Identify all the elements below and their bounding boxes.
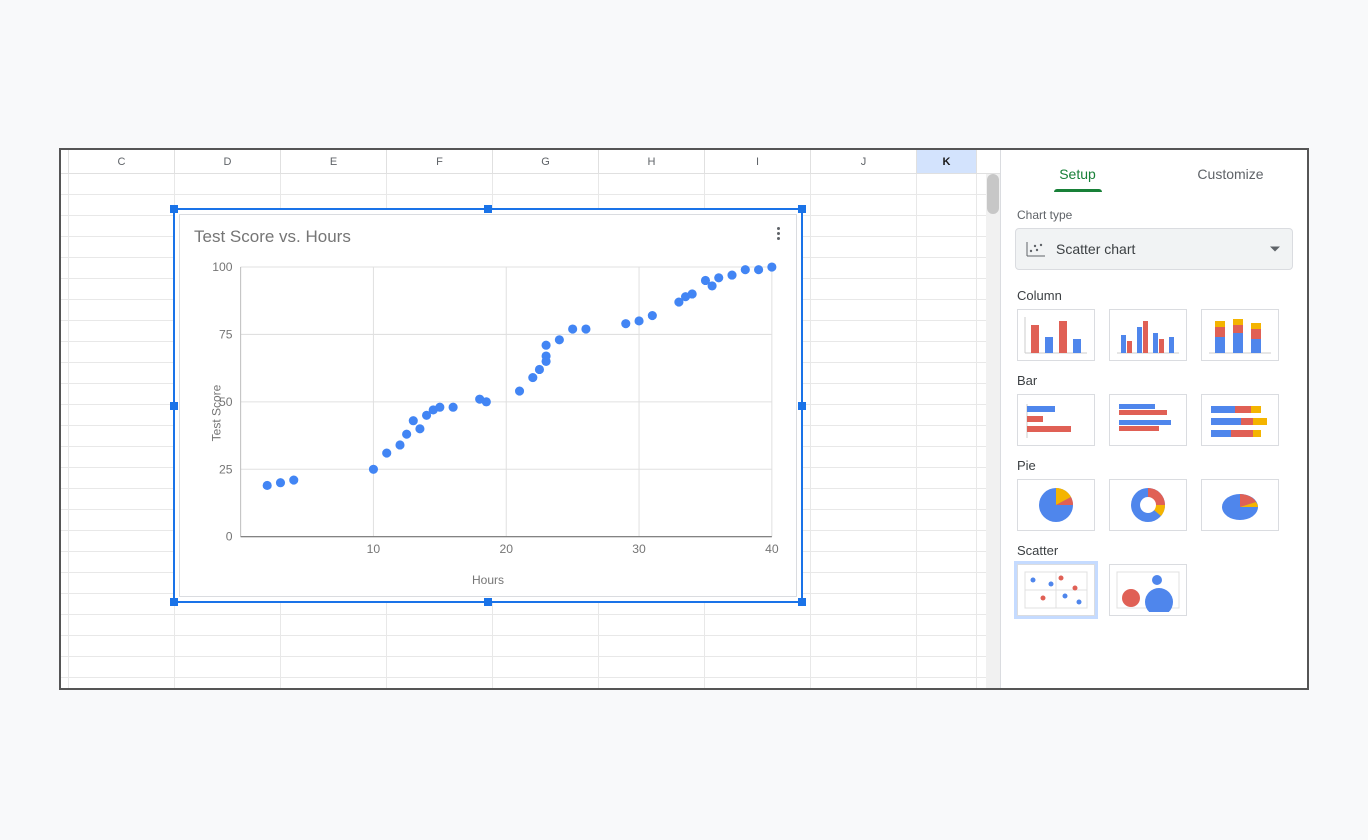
scroll-thumb[interactable] <box>987 174 999 214</box>
column-header-C[interactable]: C <box>69 150 175 173</box>
column-header-H[interactable]: H <box>599 150 705 173</box>
grid-row[interactable] <box>61 678 1000 688</box>
svg-text:30: 30 <box>632 542 646 556</box>
chart-thumb-column-basic[interactable] <box>1017 309 1095 361</box>
resize-handle-bl[interactable] <box>170 598 178 606</box>
column-header-K[interactable]: K <box>917 150 977 173</box>
chart-thumb-pie-basic[interactable] <box>1017 479 1095 531</box>
chart-xlabel: Hours <box>194 573 782 587</box>
svg-text:20: 20 <box>499 542 513 556</box>
column-header-I[interactable]: I <box>705 150 811 173</box>
scatter-icon <box>1026 241 1046 257</box>
chart-type-select[interactable]: Scatter chart <box>1015 228 1293 270</box>
grid-row[interactable] <box>61 657 1000 678</box>
grid-row[interactable] <box>61 615 1000 636</box>
svg-text:100: 100 <box>212 260 233 274</box>
tab-customize[interactable]: Customize <box>1154 150 1307 198</box>
chart-type-label: Chart type <box>1001 198 1307 228</box>
column-header-J[interactable]: J <box>811 150 917 173</box>
chart-svg: 025507510010203040 <box>194 253 782 573</box>
chart-thumb-scatter-bubble[interactable] <box>1109 564 1187 616</box>
chart-thumbnails: Column Bar Pie Scatter <box>1001 270 1307 622</box>
chart-ylabel: Test Score <box>209 385 223 442</box>
chevron-down-icon <box>1270 247 1280 252</box>
chart-thumb-column-stacked[interactable] <box>1201 309 1279 361</box>
chart-thumb-scatter-basic[interactable] <box>1017 564 1095 616</box>
vertical-scrollbar[interactable] <box>986 174 1000 688</box>
resize-handle-ml[interactable] <box>170 402 178 410</box>
chart-menu-button[interactable] <box>768 223 788 243</box>
thumb-category-label: Scatter <box>1017 543 1291 558</box>
chart-type-value: Scatter chart <box>1056 241 1135 257</box>
column-header-E[interactable]: E <box>281 150 387 173</box>
resize-handle-tr[interactable] <box>798 205 806 213</box>
svg-text:10: 10 <box>367 542 381 556</box>
svg-text:0: 0 <box>226 530 233 544</box>
column-header-F[interactable]: F <box>387 150 493 173</box>
column-header-D[interactable]: D <box>175 150 281 173</box>
resize-handle-mr[interactable] <box>798 402 806 410</box>
grid-row[interactable] <box>61 636 1000 657</box>
chart-editor-panel: Setup Customize Chart type Scatter chart… <box>1000 150 1307 688</box>
resize-handle-bm[interactable] <box>484 598 492 606</box>
thumb-category-label: Pie <box>1017 458 1291 473</box>
chart-canvas: Test Score vs. Hours Test Score 02550751… <box>179 214 797 597</box>
resize-handle-br[interactable] <box>798 598 806 606</box>
column-headers: CDEFGHIJK <box>61 150 1000 174</box>
chart-plot: Test Score 025507510010203040 <box>194 253 782 573</box>
thumb-category-label: Column <box>1017 288 1291 303</box>
tab-setup[interactable]: Setup <box>1001 150 1154 198</box>
spreadsheet-area: CDEFGHIJK Test Score vs. Hours Test Scor… <box>61 150 1000 688</box>
chart-object[interactable]: Test Score vs. Hours Test Score 02550751… <box>173 208 803 603</box>
chart-thumb-pie-3d[interactable] <box>1201 479 1279 531</box>
grid-row[interactable] <box>61 174 1000 195</box>
editor-tabs: Setup Customize <box>1001 150 1307 198</box>
chart-thumb-bar-stacked[interactable] <box>1201 394 1279 446</box>
column-header-G[interactable]: G <box>493 150 599 173</box>
svg-text:75: 75 <box>219 327 233 341</box>
resize-handle-tm[interactable] <box>484 205 492 213</box>
chart-thumb-bar-basic[interactable] <box>1017 394 1095 446</box>
thumb-category-label: Bar <box>1017 373 1291 388</box>
resize-handle-tl[interactable] <box>170 205 178 213</box>
svg-text:40: 40 <box>765 542 779 556</box>
chart-thumb-column-grouped[interactable] <box>1109 309 1187 361</box>
chart-title: Test Score vs. Hours <box>194 227 782 247</box>
svg-text:25: 25 <box>219 462 233 476</box>
app-window: CDEFGHIJK Test Score vs. Hours Test Scor… <box>59 148 1309 690</box>
chart-thumb-bar-grouped[interactable] <box>1109 394 1187 446</box>
row-header-gutter <box>61 150 69 173</box>
chart-thumb-pie-donut[interactable] <box>1109 479 1187 531</box>
